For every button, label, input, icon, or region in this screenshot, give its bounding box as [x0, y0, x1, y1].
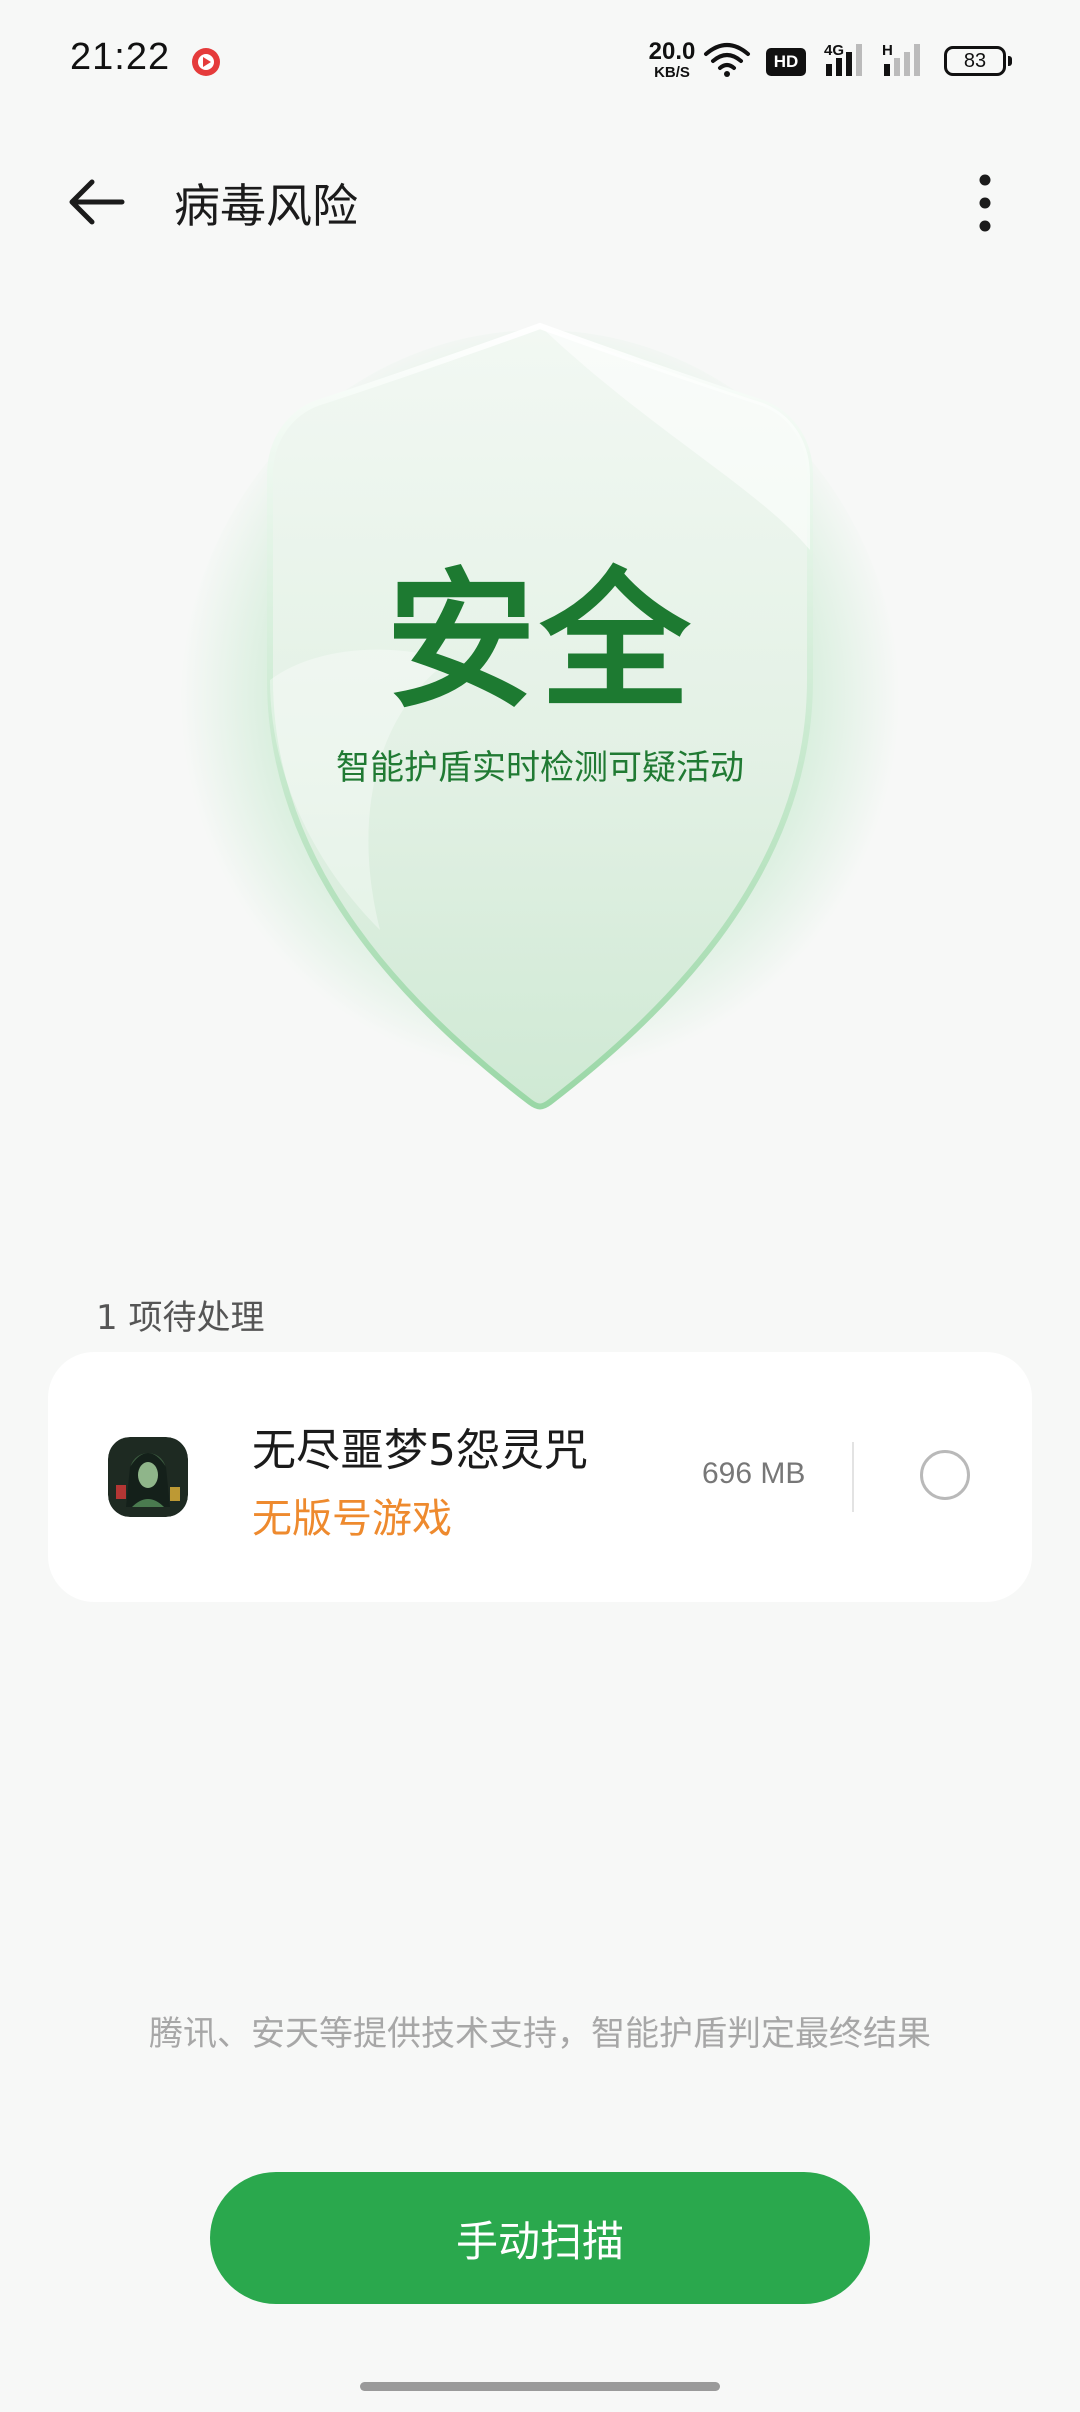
back-arrow-icon[interactable]: [62, 172, 132, 232]
risk-app-card[interactable]: 无尽噩梦5怨灵咒 无版号游戏 696 MB: [48, 1352, 1032, 1602]
cellular-signal-icon: 4G: [824, 42, 862, 76]
risk-tag: 无版号游戏: [252, 1496, 452, 1542]
home-indicator[interactable]: [360, 2382, 720, 2391]
network-speed-value: 20.0: [648, 38, 696, 65]
network-type-label: 4G: [824, 42, 844, 59]
app-icon: [108, 1437, 188, 1517]
app-size: 696 MB: [702, 1457, 806, 1490]
status-bar: 21:22 20.0 KB/S HD 4G H 83: [0, 0, 1080, 120]
battery-icon: 83: [944, 46, 1012, 76]
select-checkbox[interactable]: [920, 1450, 970, 1500]
hd-icon: HD: [766, 48, 806, 76]
app-name: 无尽噩梦5怨灵咒: [252, 1425, 588, 1476]
page-title: 病毒风险: [174, 179, 358, 233]
more-options-icon[interactable]: [960, 170, 1010, 236]
divider: [852, 1442, 854, 1512]
network-speed: 20.0 KB/S: [642, 38, 702, 81]
cellular-signal-2-icon: H: [882, 42, 920, 76]
manual-scan-button[interactable]: 手动扫描: [210, 2172, 870, 2304]
screen-record-icon: [192, 48, 220, 76]
status-time: 21:22: [70, 36, 171, 78]
security-status: 安全: [385, 555, 694, 729]
network-speed-unit: KB/S: [654, 64, 690, 81]
network-type-2-label: H: [882, 42, 893, 59]
wifi-icon: [704, 43, 750, 77]
provider-note: 腾讯、安天等提供技术支持，智能护盾判定最终结果: [149, 2014, 931, 2054]
pending-count-label: 1 项待处理: [96, 1298, 265, 1338]
security-subtitle: 智能护盾实时检测可疑活动: [336, 748, 744, 788]
